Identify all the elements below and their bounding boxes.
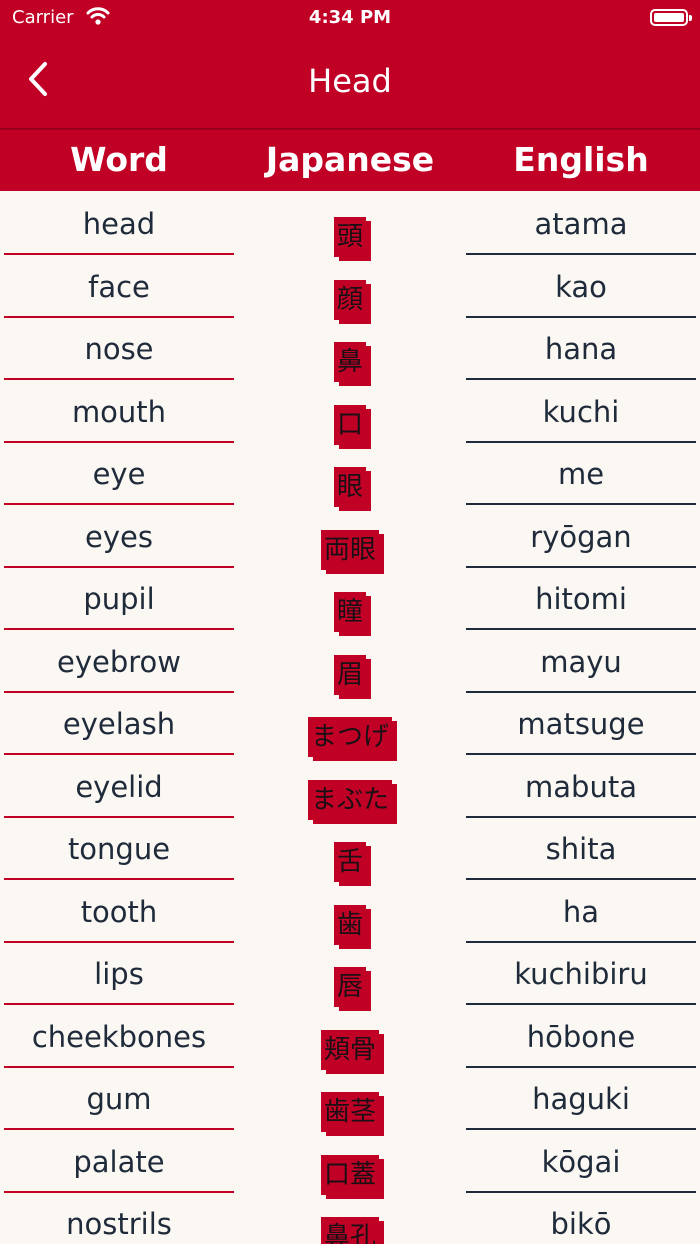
japanese-cell: 口 [234,404,466,445]
word-cell: eyelash [4,691,234,755]
table-row[interactable]: eye 眼 me [0,441,700,507]
word-cell: eye [4,441,234,505]
japanese-text: 瞳 [333,592,366,632]
japanese-cell: 眉 [234,654,466,695]
japanese-cell: 眼 [234,467,466,507]
table-row[interactable]: cheekbones 頬骨 hōbone [0,1004,700,1070]
clock: 4:34 PM [308,7,392,28]
word-cell: cheekbones [4,1004,234,1068]
japanese-cell: 頬骨 [234,1029,466,1070]
japanese-text: まつげ [307,717,392,757]
word-cell: mouth [4,379,234,443]
vocabulary-list[interactable]: head 頭 atama face 顔 kao nose 鼻 hana mouth 口 kuchi ey… [0,191,700,1244]
romaji-cell: kōgai [466,1129,696,1193]
table-row[interactable]: palate 口蓋 kōgai [0,1129,700,1195]
table-row[interactable]: eyelash まつげ matsuge [0,691,700,757]
table-row[interactable]: gum 歯茎 haguki [0,1066,700,1132]
page-title: Head [308,62,392,100]
romaji-cell: kuchi [466,379,696,443]
table-row[interactable]: mouth 口 kuchi [0,379,700,445]
word-cell: pupil [4,566,234,630]
romaji-cell: hana [466,316,696,380]
word-cell: nose [4,316,234,380]
column-header-japanese: Japanese [265,140,435,179]
column-header-bar: Word Japanese English [0,130,700,191]
table-row[interactable]: face 顔 kao [0,254,700,320]
romaji-cell: ha [466,879,696,943]
japanese-cell: 口蓋 [234,1154,466,1195]
japanese-text: まぶた [307,779,392,820]
japanese-text: 唇 [333,967,366,1007]
japanese-cell: 頭 [234,217,466,257]
japanese-cell: 唇 [234,967,466,1007]
navigation-bar: Head [0,36,700,130]
romaji-cell: hōbone [466,1004,696,1068]
column-header-english: English [513,140,649,179]
word-cell: gum [4,1066,234,1130]
table-row[interactable]: lips 唇 kuchibiru [0,941,700,1007]
app-header: Carrier 4:34 PM Head [0,0,700,130]
romaji-cell: mabuta [466,754,696,818]
romaji-cell: matsuge [466,691,696,755]
japanese-cell: まつげ [234,717,466,757]
table-row[interactable]: pupil 瞳 hitomi [0,566,700,632]
romaji-cell: hitomi [466,566,696,630]
japanese-text: 眼 [333,467,366,507]
japanese-text: 歯茎 [320,1092,379,1132]
status-bar: Carrier 4:34 PM [0,0,700,36]
japanese-cell: 舌 [234,842,466,882]
japanese-text: 頭 [333,217,366,257]
japanese-cell: 鼻 [234,342,466,382]
romaji-cell: bikō [466,1191,696,1244]
word-cell: lips [4,941,234,1005]
japanese-text: 口蓋 [320,1154,379,1195]
japanese-text: 頬骨 [320,1029,379,1070]
table-row[interactable]: eyebrow 眉 mayu [0,629,700,695]
japanese-text: 眉 [333,654,366,695]
table-row[interactable]: head 頭 atama [0,191,700,257]
word-cell: nostrils [4,1191,234,1244]
japanese-cell: 鼻孔 [234,1217,466,1244]
table-row[interactable]: nose 鼻 hana [0,316,700,382]
romaji-cell: ryōgan [466,504,696,568]
japanese-cell: 両眼 [234,529,466,570]
romaji-cell: shita [466,816,696,880]
japanese-cell: 顔 [234,279,466,320]
word-cell: eyelid [4,754,234,818]
battery-icon [650,9,692,26]
word-cell: tooth [4,879,234,943]
word-cell: eyebrow [4,629,234,693]
japanese-cell: まぶた [234,779,466,820]
japanese-text: 顔 [333,279,366,320]
word-cell: face [4,254,234,318]
romaji-cell: kao [466,254,696,318]
romaji-cell: kuchibiru [466,941,696,1005]
japanese-text: 鼻 [333,342,366,382]
column-header-word: Word [70,140,168,179]
japanese-text: 口 [333,404,366,445]
word-cell: palate [4,1129,234,1193]
table-row[interactable]: tongue 舌 shita [0,816,700,882]
japanese-cell: 瞳 [234,592,466,632]
word-cell: eyes [4,504,234,568]
table-row[interactable]: eyelid まぶた mabuta [0,754,700,820]
romaji-cell: me [466,441,696,505]
japanese-text: 舌 [333,842,366,882]
japanese-text: 鼻孔 [320,1217,379,1244]
japanese-cell: 歯茎 [234,1092,466,1132]
japanese-cell: 歯 [234,904,466,945]
romaji-cell: atama [466,191,696,255]
word-cell: head [4,191,234,255]
table-row[interactable]: nostrils 鼻孔 bikō [0,1191,700,1244]
japanese-text: 歯 [333,904,366,945]
table-row[interactable]: tooth 歯 ha [0,879,700,945]
romaji-cell: mayu [466,629,696,693]
japanese-text: 両眼 [320,529,379,570]
romaji-cell: haguki [466,1066,696,1130]
word-cell: tongue [4,816,234,880]
table-row[interactable]: eyes 両眼 ryōgan [0,504,700,570]
